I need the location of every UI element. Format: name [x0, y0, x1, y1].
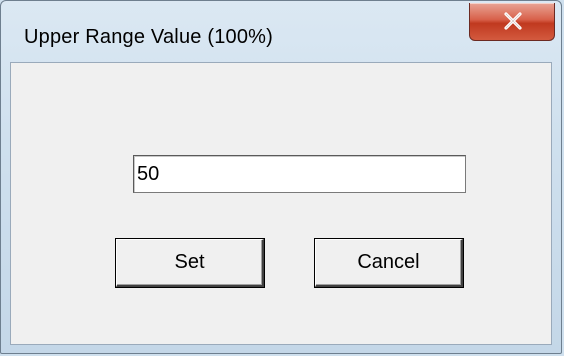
dialog-client-area: Set Cancel [10, 62, 552, 345]
cancel-button[interactable]: Cancel [315, 239, 463, 287]
set-button[interactable]: Set [116, 239, 264, 287]
upper-range-value-input[interactable] [133, 155, 466, 193]
dialog-title: Upper Range Value (100%) [24, 26, 274, 48]
close-button[interactable] [469, 3, 555, 41]
dialog-window: Upper Range Value (100%) Set Cancel [0, 0, 562, 354]
title-bar[interactable]: Upper Range Value (100%) [1, 1, 561, 59]
close-icon [504, 12, 522, 30]
